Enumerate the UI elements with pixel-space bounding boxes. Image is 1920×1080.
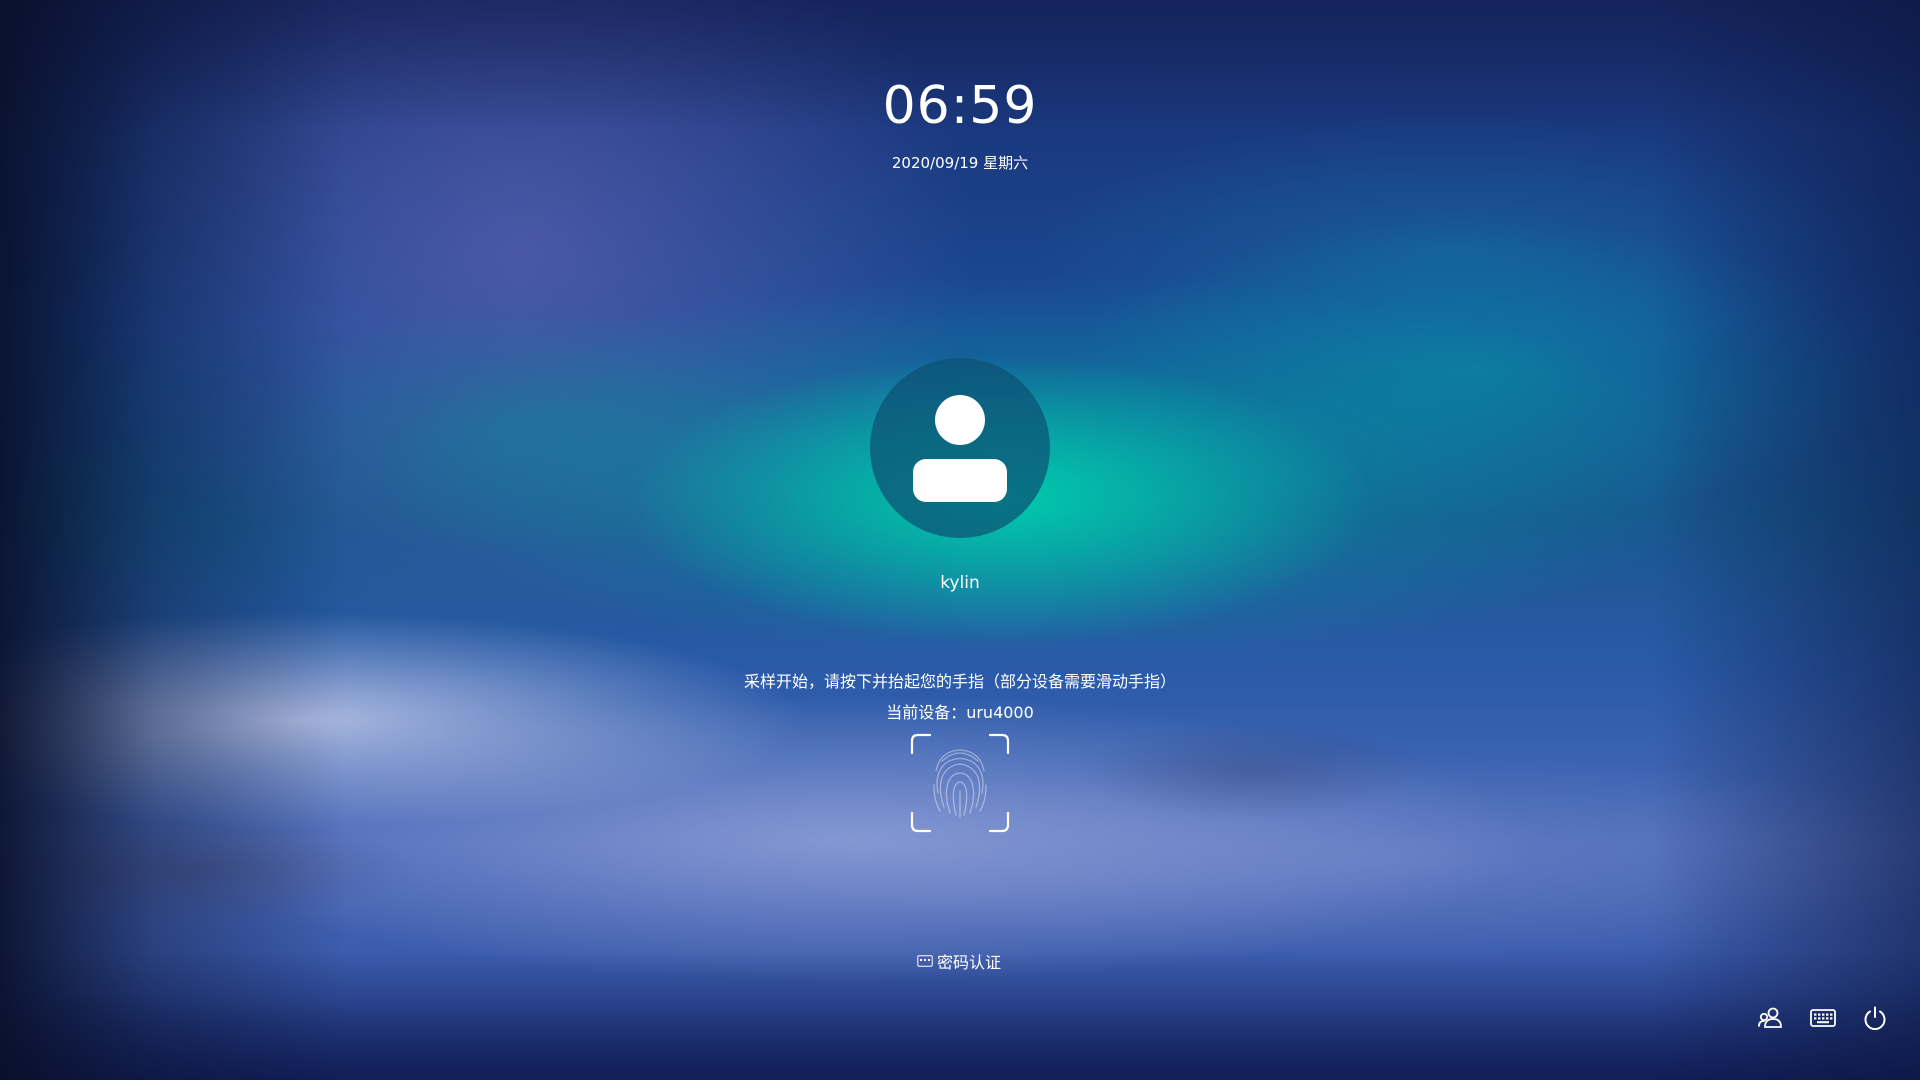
password-auth-button[interactable]: 密码认证 [917, 950, 1001, 972]
lock-screen: 06:59 2020/09/19 星期六 kylin 采样开始，请按下并抬起您的… [0, 0, 1920, 1080]
switch-user-icon [1758, 1007, 1782, 1028]
current-device-label: 当前设备：uru4000 [886, 703, 1034, 722]
user-avatar[interactable] [870, 358, 1050, 538]
username-label: kylin [940, 573, 980, 593]
clock-time: 06:59 [882, 76, 1038, 136]
clock-date: 2020/09/19 星期六 [891, 154, 1029, 172]
password-auth-label: 密码认证 [937, 953, 1002, 972]
user-icon [913, 395, 1007, 502]
switch-user-button[interactable] [1755, 1002, 1787, 1034]
keyboard-icon [1810, 1009, 1836, 1027]
power-button[interactable] [1859, 1002, 1891, 1034]
fingerprint-scanner-frame [910, 733, 1010, 833]
fingerprint-prompt: 采样开始，请按下并抬起您的手指（部分设备需要滑动手指） [743, 672, 1176, 691]
virtual-keyboard-button[interactable] [1807, 1002, 1839, 1034]
fingerprint-icon [910, 733, 1010, 833]
keyboard-icon [917, 955, 933, 967]
power-icon [1864, 1006, 1886, 1031]
